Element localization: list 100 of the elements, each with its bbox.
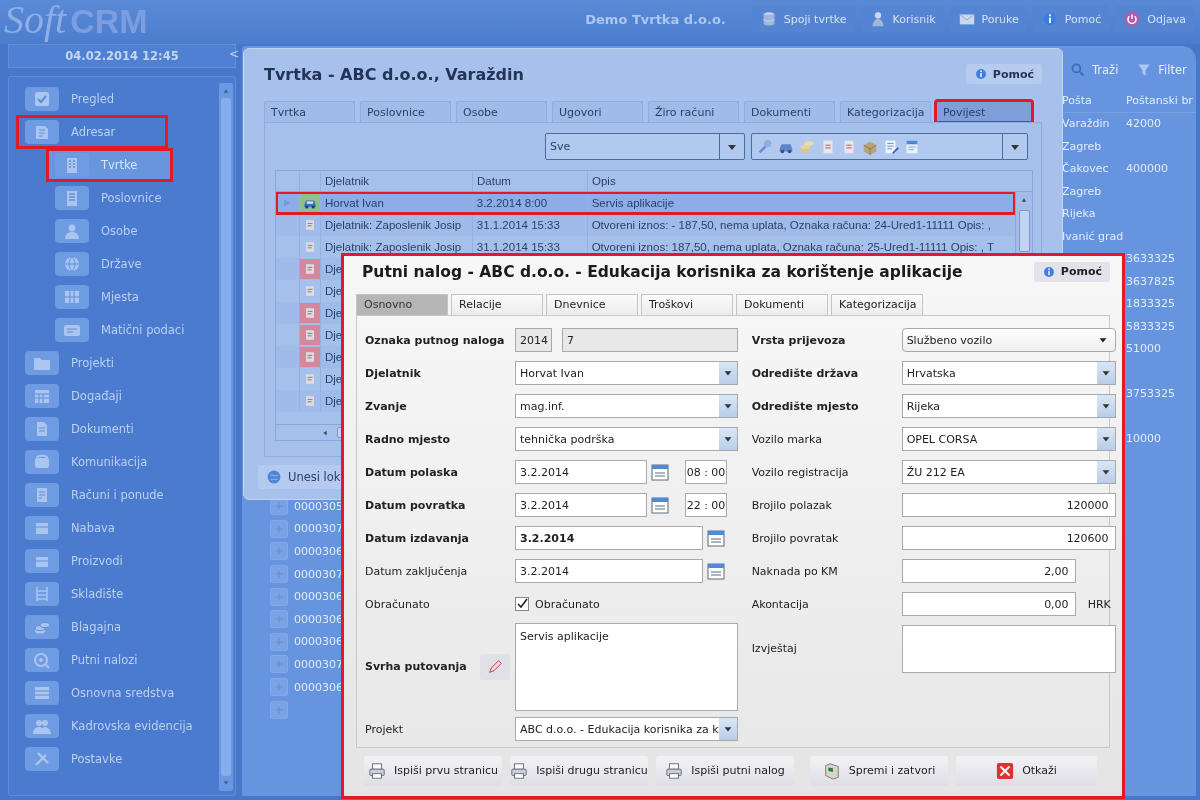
table-cell: Djelatnik: Zaposlenik Josip (325, 219, 462, 231)
field-label: Projekt (365, 722, 404, 736)
field-label: Datum zaključenja (365, 564, 469, 578)
table-cell: Otvoreni iznos: - 187,50, nema uplata, Oznaka računa: 24-Ured1-11111 Opis: , (591, 219, 991, 231)
table-cell: 3.2.2014 8:00 (476, 197, 548, 209)
field-label: Brojilo povratak (751, 531, 840, 545)
dropdown[interactable]: Rijeka (901, 394, 1116, 419)
column-header[interactable]: Djelatnik (325, 175, 370, 187)
time-field[interactable]: 08 : 00 (685, 460, 727, 485)
column-header[interactable]: Datum (477, 175, 511, 187)
dropdown[interactable]: Službeno vozilo (901, 328, 1116, 353)
tab[interactable]: Kategorizacija (840, 101, 931, 122)
date-field[interactable]: 3.2.2014 (515, 559, 703, 584)
table-cell: 42000 (1126, 117, 1161, 131)
action-button[interactable]: Spremi i zatvori (810, 756, 948, 786)
table-cell: Dje (325, 285, 343, 297)
date-time: 04.02.2014 12:45 (65, 49, 179, 63)
field-label: Oznaka putnog naloga (365, 333, 506, 347)
date-field[interactable]: 3.2.2014 (515, 526, 703, 551)
field-label: Datum polaska (365, 465, 459, 479)
field-label: Vozilo registracija (751, 465, 850, 479)
input-field[interactable]: 120600 (901, 526, 1116, 551)
field-label: Radno mjesto (365, 432, 452, 446)
dropdown[interactable]: OPEL CORSA (901, 427, 1116, 452)
table-cell: 0000306 (294, 590, 343, 604)
table-cell: Servis aplikacije (591, 197, 675, 209)
table-cell: Varaždin (1062, 117, 1110, 131)
tab[interactable]: Ugovori (552, 101, 643, 122)
text-area[interactable]: Servis aplikacije (515, 622, 738, 711)
table-row[interactable]: Djelatnik: Zaposlenik Josip 31.1.2014 15:33 Otvoreni iznos: - 187,50, nema uplata, Oznaka računa: 24-Ured1-11111 Opis: , (276, 214, 1015, 236)
date-field[interactable]: 3.2.2014 (515, 493, 647, 518)
action-button[interactable]: Ispiši putni nalog (656, 756, 794, 786)
field-label: Izvještaj (751, 642, 798, 656)
field-label: Datum izdavanja (365, 531, 471, 545)
table-cell: 3637825 (1126, 274, 1175, 288)
table-cell: 0000306 (294, 612, 343, 626)
field-label: Vrsta prijevoza (751, 333, 847, 347)
table-cell: Dje (325, 351, 343, 363)
dialog-title: Putni nalog - ABC d.o.o. - Edukacija korisnika za korištenje aplikacije (362, 262, 963, 281)
tab[interactable]: Tvrtka (264, 101, 355, 122)
table-cell: Čakovec (1062, 162, 1109, 176)
table-cell: 5833325 (1126, 319, 1175, 333)
table-cell: 0000307 (294, 522, 343, 536)
table-cell: Dje (325, 263, 343, 275)
table-cell: Zagreb (1062, 139, 1102, 153)
table-cell: 1833325 (1126, 297, 1175, 311)
tab[interactable]: Osobe (456, 101, 547, 122)
time-field[interactable]: 22 : 00 (685, 493, 727, 518)
action-button[interactable]: Ispiši prvu stranicu (364, 756, 502, 786)
help-button[interactable]: Pomoć (965, 64, 1042, 84)
tab[interactable]: Dokumenti (744, 101, 835, 122)
company-name: Demo Tvrtka d.o.o. (585, 11, 726, 27)
dropdown[interactable]: Hrvatska (901, 361, 1116, 386)
table-cell: 51000 (1126, 342, 1161, 356)
table-cell: Dje (325, 307, 343, 319)
field-label: Odredište mjesto (751, 399, 860, 413)
dropdown[interactable]: ABC d.o.o. - Edukacija korisnika za k (515, 717, 738, 742)
dropdown[interactable]: mag.inf. (515, 394, 738, 419)
table-cell: Djelatnik: Zaposlenik Josip (325, 241, 462, 253)
table-cell: 0000306 (294, 635, 343, 649)
tab[interactable]: Troškovi (641, 293, 733, 315)
table-cell: 0000305 (294, 499, 343, 513)
table-cell: 0000307 (294, 657, 343, 671)
table-cell: Dje (325, 395, 343, 407)
date-field[interactable]: 3.2.2014 (515, 460, 647, 485)
dropdown[interactable]: Horvat Ivan (515, 361, 738, 386)
tab[interactable]: Relacije (451, 293, 543, 315)
table-row[interactable]: Horvat Ivan 3.2.2014 8:00 Servis aplikacije (276, 192, 1015, 214)
tab[interactable]: Osnovno (356, 293, 448, 315)
action-button[interactable]: Otkaži (956, 756, 1097, 786)
table-cell: 0000306 (294, 680, 343, 694)
input-field[interactable]: 2,00 (901, 559, 1076, 584)
field-label: Zvanje (365, 399, 408, 413)
table-cell: Zagreb (1062, 184, 1102, 198)
tab[interactable]: Povijest (936, 101, 1032, 122)
table-cell: 400000 (1126, 162, 1168, 176)
action-button[interactable]: Ispiši drugu stranicu (510, 756, 648, 786)
tab[interactable]: Dnevnice (546, 293, 638, 315)
input-field[interactable]: 120000 (901, 493, 1116, 518)
tab[interactable]: Žiro računi (648, 101, 739, 122)
column-header[interactable]: Opis (592, 175, 616, 187)
field-label: Naknada po KM (751, 564, 839, 578)
table-cell: Rijeka (1062, 207, 1096, 221)
tab[interactable]: Poslovnice (360, 101, 451, 122)
table-cell: 10000 (1126, 432, 1161, 446)
help-button[interactable]: Pomoć (1033, 261, 1110, 282)
table-cell: 3753325 (1126, 387, 1175, 401)
table-cell: 0000306 (294, 545, 343, 558)
table-cell: 31.1.2014 15:33 (476, 241, 560, 253)
input-field[interactable]: 0,00 (901, 592, 1076, 617)
dropdown[interactable]: tehnička podrška (515, 427, 738, 452)
filter-dropdown[interactable]: Sve (545, 133, 745, 160)
checkbox-label[interactable]: Obračunato (535, 597, 600, 611)
field-label: Akontacija (751, 597, 810, 611)
unit-label: HRK (1087, 597, 1111, 611)
tab[interactable]: Dokumenti (736, 293, 828, 315)
tab[interactable]: Kategorizacija (831, 293, 923, 315)
table-cell: 3633325 (1126, 252, 1175, 266)
field-label: Datum povratka (365, 498, 467, 512)
dropdown[interactable]: ŽU 212 EA (901, 460, 1116, 485)
